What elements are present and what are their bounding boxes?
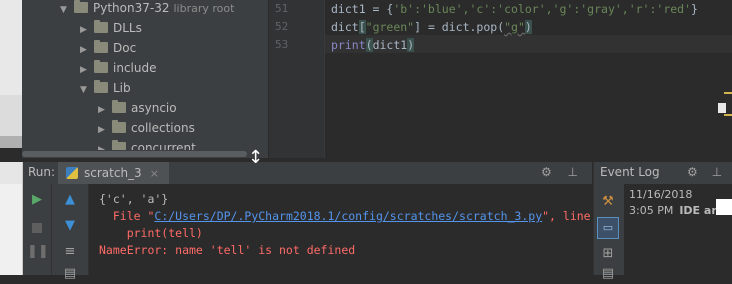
close-icon[interactable]: × (150, 167, 159, 180)
run-label: Run: (28, 165, 56, 179)
console-text: ", line (542, 209, 591, 223)
tree-item-label: asyncio (131, 101, 177, 115)
rerun-icon[interactable]: ▶ (27, 190, 47, 210)
run-toolwindow-header: Run: scratch_3 × ⚙ ⊥ (22, 162, 592, 185)
folder-icon (94, 60, 108, 73)
folder-icon (94, 20, 108, 33)
code-token: ] = dict.pop( (414, 20, 505, 34)
code-string: "g" (504, 20, 525, 34)
tree-item-python37[interactable]: ▼ Python37-32 library root (60, 0, 234, 18)
tree-item-label: DLLs (113, 21, 142, 35)
folder-icon (74, 0, 88, 13)
error-stripe-marks[interactable] (718, 92, 732, 122)
line-number: 52 (275, 20, 289, 33)
event-log-body[interactable]: 11/16/2018 3:05 PMIDE and Pl (624, 184, 732, 275)
code-bracket: ) (407, 38, 415, 52)
resize-cursor-icon: ↕ (248, 147, 264, 168)
run-toolbar-secondary: ▲ ▼ ≡ ▤ (52, 184, 89, 281)
warning-mark[interactable] (724, 92, 732, 94)
tree-item-label: collections (131, 121, 195, 135)
desktop-strip (0, 0, 23, 148)
scroll-marker[interactable] (718, 103, 726, 113)
up-arrow-icon[interactable]: ▲ (60, 190, 80, 210)
collapsed-arrow-icon[interactable]: ▶ (80, 40, 90, 60)
run-toolbar-primary: ▶ ❚❚ (23, 184, 52, 275)
event-log-title: Event Log (600, 165, 660, 179)
code-bracket: ) (524, 20, 532, 34)
folder-icon (112, 100, 126, 113)
code-token: dict (331, 20, 359, 34)
settings-tools-icon[interactable]: ⚒ (598, 192, 618, 212)
code-line-53[interactable]: print(dict1) (331, 38, 415, 52)
tree-horizontal-scrollbar[interactable] (22, 150, 268, 158)
code-string: "green" (365, 20, 415, 34)
tree-item-collections[interactable]: ▶ collections (98, 118, 195, 138)
code-editor[interactable]: dict1 = {'b':'blue','c':'color','g':'gra… (325, 0, 732, 160)
pause-icon[interactable]: ❚❚ (27, 242, 49, 262)
collapsed-arrow-icon[interactable]: ▶ (98, 120, 108, 140)
overlay-block (716, 199, 732, 215)
folder-icon (94, 40, 108, 53)
console-text: File " (99, 209, 155, 223)
desktop-strip-bar (0, 136, 22, 148)
tree-item-doc[interactable]: ▶ Doc (80, 38, 136, 58)
code-token: } (691, 2, 698, 16)
run-console[interactable]: ′ ′ {'c', 'a'} File "C:/Users/DP/.PyChar… (89, 184, 592, 275)
code-token: dict1 = { (331, 2, 394, 16)
folder-icon (94, 80, 108, 93)
line-number: 51 (275, 2, 289, 15)
collapsed-arrow-icon[interactable]: ▶ (80, 60, 90, 80)
code-line-52[interactable]: dict["green"] = dict.pop("g") (331, 20, 532, 34)
collapsed-arrow-icon[interactable]: ▶ (98, 100, 108, 120)
line-number: 53 (275, 38, 289, 51)
down-arrow-icon[interactable]: ▼ (60, 216, 80, 236)
expanded-arrow-icon[interactable]: ▼ (80, 80, 90, 100)
tree-item-label: Python37-32 (93, 1, 170, 15)
console-traceback-code: print(tell) (99, 226, 203, 240)
gear-icon[interactable]: ⚙ ⊥ (541, 165, 584, 179)
warning-mark[interactable] (724, 114, 732, 116)
console-traceback-file: File "C:/Users/DP/.PyCharm2018.1/config/… (99, 209, 591, 223)
comment-icon[interactable]: ▭ (597, 217, 619, 239)
tree-item-dlls[interactable]: ▶ DLLs (80, 18, 142, 38)
code-bracket: [ (358, 20, 366, 34)
soft-wrap-icon[interactable]: ≡ (60, 242, 80, 262)
project-tree[interactable]: ▼ Python37-32 library root ▶ DLLs ▶ Doc ▶ inc… (22, 0, 268, 160)
tree-item-label: Lib (113, 81, 131, 95)
desktop-strip-block (0, 162, 22, 184)
event-time: 3:05 PM (629, 204, 674, 217)
stop-icon[interactable] (27, 218, 47, 238)
tree-item-label: include (113, 61, 157, 75)
collapsed-arrow-icon[interactable]: ▶ (80, 20, 90, 40)
scroll-to-end-icon[interactable]: ▤ (60, 264, 80, 284)
tree-item-lib[interactable]: ▼ Lib (80, 78, 131, 98)
tree-item-label: Doc (113, 41, 137, 55)
clear-icon[interactable]: ▤ (598, 264, 618, 284)
python-file-icon (66, 167, 78, 179)
scrollbar-thumb[interactable] (22, 151, 247, 157)
code-bracket: ( (365, 38, 373, 52)
event-log-header: Event Log ⚙ ⊥ (593, 162, 732, 185)
gear-icon[interactable]: ⚙ ⊥ (687, 165, 727, 179)
expanded-arrow-icon[interactable]: ▼ (60, 0, 70, 20)
folder-icon (112, 120, 126, 133)
event-log-toolbar: ⚒ ▭ ⊞ ▤ (593, 184, 625, 281)
tree-item-suffix: library root (173, 2, 235, 15)
tree-item-include[interactable]: ▶ include (80, 58, 156, 78)
code-token: dict1 (372, 38, 408, 52)
event-date: 11/16/2018 (629, 188, 693, 201)
mark-read-icon[interactable]: ⊞ (598, 244, 618, 264)
console-error-line: NameError: name 'tell' is not defined (99, 243, 356, 257)
code-line-51[interactable]: dict1 = {'b':'blue','c':'color','g':'gra… (331, 2, 698, 16)
console-output-line: {'c', 'a'} (99, 192, 169, 206)
tree-item-asyncio[interactable]: ▶ asyncio (98, 98, 177, 118)
code-keyword: print (331, 38, 366, 52)
traceback-file-link[interactable]: C:/Users/DP/.PyCharm2018.1/config/scratc… (154, 209, 542, 223)
run-tab-label: scratch_3 (84, 166, 142, 180)
desktop-strip-lower (0, 162, 23, 275)
console-line-partial: ′ ′ (99, 184, 120, 190)
run-tab-scratch3[interactable]: scratch_3 × (58, 162, 169, 184)
editor-gutter: 51 52 53 (269, 0, 325, 160)
code-string: 'b':'blue','c':'color','g':'gray','r':'r… (393, 2, 692, 16)
